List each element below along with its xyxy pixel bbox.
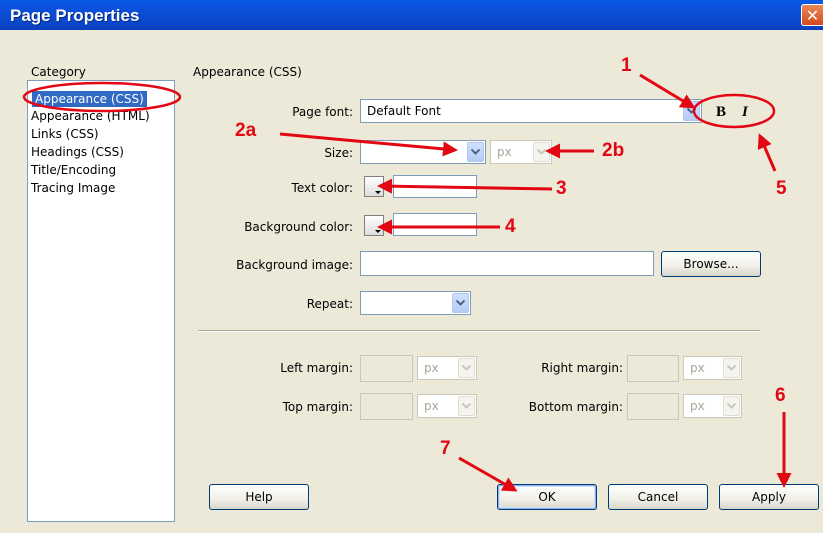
title-bar: Page Properties ✕ [0, 0, 823, 30]
annotation-7: 7 [440, 438, 451, 459]
size-select[interactable] [360, 140, 486, 164]
size-unit-dropdown-button[interactable] [533, 142, 550, 162]
close-icon[interactable]: ✕ [801, 4, 823, 26]
browse-button[interactable]: Browse... [661, 251, 761, 277]
bottom-margin-unit-select[interactable]: px [683, 394, 742, 418]
right-margin-label: Right margin: [541, 361, 623, 375]
annotation-3: 3 [556, 178, 567, 199]
left-margin-input[interactable] [360, 355, 413, 382]
top-margin-label: Top margin: [282, 400, 353, 414]
category-item-tracing-image[interactable]: Tracing Image [31, 180, 115, 196]
top-margin-input[interactable] [360, 393, 413, 420]
separator [198, 330, 760, 332]
left-margin-label: Left margin: [280, 361, 353, 375]
size-unit-select[interactable]: px [490, 140, 552, 164]
category-item-links-css[interactable]: Links (CSS) [31, 126, 99, 142]
right-margin-unit-dropdown-button[interactable] [723, 358, 740, 378]
page-font-value: Default Font [367, 104, 441, 118]
bottom-margin-unit-dropdown-button[interactable] [723, 396, 740, 416]
annotation-4: 4 [505, 216, 516, 237]
category-list[interactable]: Appearance (CSS) Appearance (HTML) Links… [27, 80, 175, 522]
top-margin-unit-select[interactable]: px [417, 394, 477, 418]
top-margin-unit-dropdown-button[interactable] [458, 396, 475, 416]
page-font-select[interactable]: Default Font [360, 99, 702, 123]
cancel-button[interactable]: Cancel [608, 484, 708, 510]
page-font-label: Page font: [292, 105, 353, 119]
category-item-appearance-css[interactable]: Appearance (CSS) [32, 91, 147, 107]
category-header: Category [31, 65, 86, 79]
repeat-dropdown-button[interactable] [452, 293, 469, 313]
repeat-label: Repeat: [306, 297, 353, 311]
size-unit-value: px [497, 145, 512, 159]
chevron-down-icon [687, 108, 696, 114]
size-label: Size: [324, 146, 353, 160]
arrow-5 [757, 133, 777, 172]
chevron-down-icon [462, 403, 471, 409]
annotation-1: 1 [621, 55, 632, 76]
category-item-appearance-html[interactable]: Appearance (HTML) [31, 108, 150, 124]
category-item-headings-css[interactable]: Headings (CSS) [31, 144, 124, 160]
text-color-input[interactable] [393, 175, 477, 198]
bottom-margin-label: Bottom margin: [528, 400, 623, 414]
background-image-label: Background image: [236, 258, 353, 272]
left-margin-unit-select[interactable]: px [417, 356, 477, 380]
background-color-label: Background color: [244, 220, 353, 234]
chevron-down-icon [456, 300, 465, 306]
apply-button[interactable]: Apply [719, 484, 819, 510]
chevron-down-icon [462, 365, 471, 371]
size-dropdown-button[interactable] [467, 142, 484, 162]
highlight-ellipse-style [692, 93, 776, 129]
section-title: Appearance (CSS) [193, 65, 302, 79]
annotation-5: 5 [776, 178, 787, 199]
repeat-select[interactable] [360, 291, 471, 315]
page-font-dropdown-button[interactable] [683, 101, 700, 121]
italic-button[interactable]: I [742, 104, 748, 121]
left-margin-unit-dropdown-button[interactable] [458, 358, 475, 378]
window-title: Page Properties [10, 6, 140, 25]
bold-button[interactable]: B [716, 104, 726, 121]
background-color-swatch[interactable] [364, 215, 384, 236]
ok-button[interactable]: OK [497, 484, 597, 510]
bottom-margin-input[interactable] [627, 393, 679, 420]
category-item-title-encoding[interactable]: Title/Encoding [31, 162, 116, 178]
annotation-6: 6 [775, 385, 786, 406]
chevron-down-icon [537, 149, 546, 155]
chevron-down-icon [727, 365, 736, 371]
right-margin-input[interactable] [627, 355, 679, 382]
text-color-label: Text color: [291, 181, 353, 195]
annotation-2b: 2b [602, 140, 625, 161]
background-color-input[interactable] [393, 213, 477, 236]
right-margin-unit-select[interactable]: px [683, 356, 742, 380]
text-color-swatch[interactable] [364, 176, 384, 197]
chevron-down-icon [471, 149, 480, 155]
background-image-input[interactable] [360, 251, 654, 276]
annotation-2a: 2a [235, 120, 257, 141]
chevron-down-icon [727, 403, 736, 409]
help-button[interactable]: Help [209, 484, 309, 510]
